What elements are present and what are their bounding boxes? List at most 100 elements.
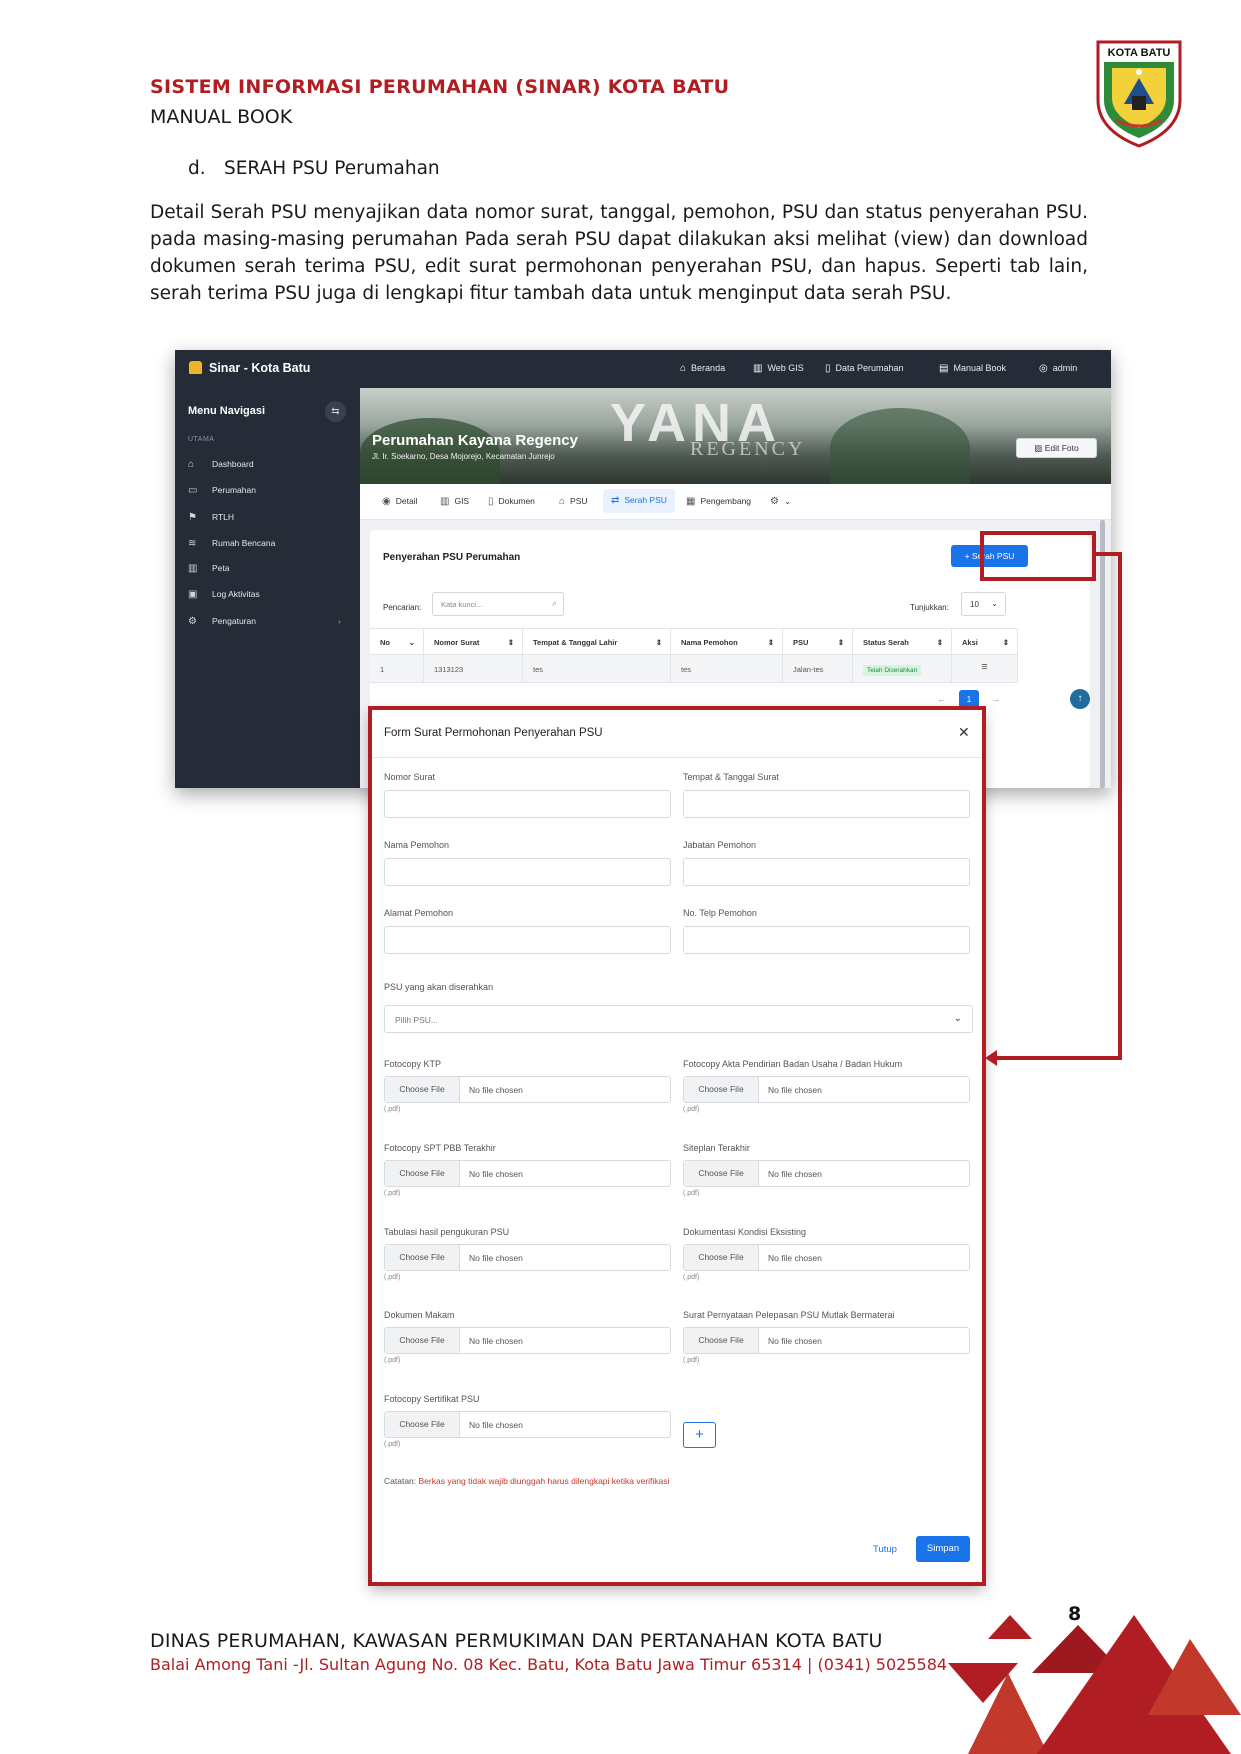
chevron-right-icon: › (338, 616, 341, 626)
column-header-label: Tempat & Tanggal Lahir (533, 638, 618, 647)
topnav-beranda[interactable]: ⌂ Beranda (680, 363, 725, 374)
sort-icon: ⇕ (1002, 638, 1009, 647)
page-scrollbar[interactable] (1100, 520, 1105, 788)
topnav-label: Beranda (691, 363, 726, 373)
highlight-box-modal (368, 706, 986, 1586)
tab-more[interactable]: ⚙ ⌄ (770, 494, 791, 518)
banner-sign-graphic: REGENCY (690, 438, 806, 460)
app-brand-label: Sinar - Kota Batu (209, 361, 311, 375)
tab-detail[interactable]: ◉ Detail (382, 494, 417, 518)
column-header-label: Nama Pemohon (681, 638, 738, 647)
housing-banner: YANA REGENCY Perumahan Kayana Regency Jl… (360, 388, 1111, 484)
sort-icon: ⇕ (936, 638, 943, 647)
sidebar-item-label: Dashboard (212, 459, 254, 469)
column-header-nama-pemohon[interactable]: Nama Pemohon ⇕ (671, 628, 783, 655)
topnav-webgis[interactable]: ▥ Web GIS (753, 363, 804, 374)
show-entries-select[interactable]: 10 ⌄ (961, 592, 1006, 616)
sort-icon: ⇕ (507, 638, 514, 647)
kota-batu-logo: KOTA BATU (1096, 40, 1182, 148)
sidebar-item-label: RTLH (212, 512, 235, 522)
column-header-no[interactable]: No ⌄ (370, 628, 424, 655)
search-input[interactable]: Kata kunci... ⌕ (432, 592, 564, 616)
search-placeholder: Kata kunci... (441, 600, 483, 609)
sidebar-item-peta[interactable]: ▥ Peta (188, 563, 230, 574)
detail-tabs: ◉ Detail ▥ GIS ▯ Dokumen ⌂ PSU ⇄ Serah PSU ▦ P… (360, 484, 1111, 520)
sidebar-item-label: Perumahan (212, 485, 256, 495)
column-header-label: Nomor Surat (434, 638, 480, 647)
table-cell-nama-pemohon: tes (671, 655, 783, 683)
home-icon: ⌂ (188, 459, 195, 470)
sidebar-item-rumah-bencana[interactable]: ≋ Rumah Bencana (188, 538, 275, 549)
sort-icon: ⇕ (655, 638, 662, 647)
topnav-label: Web GIS (767, 363, 804, 373)
sidebar-item-perumahan[interactable]: ▭ Perumahan (188, 485, 256, 496)
column-header-psu[interactable]: PSU ⇕ (783, 628, 853, 655)
sidebar-item-label: Peta (212, 563, 230, 573)
highlight-box-add-button (980, 531, 1096, 581)
sidebar-item-label: Log Aktivitas (212, 589, 260, 599)
topnav-admin[interactable]: ◎ admin (1039, 363, 1077, 374)
section-title: SERAH PSU Perumahan (224, 158, 440, 179)
topnav-label: Data Perumahan (835, 363, 904, 373)
banner-foliage (360, 418, 500, 484)
building-icon: ▦ (686, 496, 696, 507)
tab-gis[interactable]: ▥ GIS (440, 494, 469, 518)
home-icon: ⌂ (680, 363, 687, 374)
tab-psu[interactable]: ⌂ PSU (559, 494, 588, 518)
home-icon: ⌂ (559, 496, 566, 507)
banner-foliage (830, 408, 970, 484)
column-header-label: No (380, 638, 390, 647)
topnav-label: Manual Book (953, 363, 1006, 373)
document-icon: ▯ (825, 363, 831, 374)
sidebar-item-pengaturan[interactable]: ⚙ Pengaturan › (188, 616, 341, 627)
column-header-label: PSU (793, 638, 809, 647)
eye-icon: ◉ (382, 496, 391, 507)
map-icon: ▥ (188, 563, 198, 574)
table-cell-no: 1 (370, 655, 424, 683)
tab-dokumen[interactable]: ▯ Dokumen (488, 494, 535, 518)
folder-icon: ▭ (188, 485, 198, 496)
handover-icon: ⇄ (611, 495, 620, 506)
tab-label: GIS (454, 496, 470, 506)
column-header-label: Status Serah (863, 638, 909, 647)
pager-next-icon[interactable]: → (991, 694, 1000, 704)
app-brand[interactable]: Sinar - Kota Batu (189, 361, 310, 375)
show-entries-value: 10 (970, 600, 979, 609)
house-logo-icon (189, 361, 202, 374)
top-navbar: Sinar - Kota Batu ⌂ Beranda ▥ Web GIS ▯ Dat… (175, 350, 1111, 388)
edit-photo-label: Edit Foto (1044, 443, 1079, 453)
topnav-manual-book[interactable]: ▤ Manual Book (939, 363, 1006, 374)
scroll-to-top-button[interactable]: ↑ (1070, 689, 1090, 709)
sidebar-title: Menu Navigasi (188, 405, 266, 417)
topnav-data-perumahan[interactable]: ▯ Data Perumahan (825, 363, 904, 374)
document-icon: ▯ (488, 496, 494, 507)
image-icon: ▨ (1034, 443, 1045, 453)
tab-pengembang[interactable]: ▦ Pengembang (686, 494, 751, 518)
column-header-nomor-surat[interactable]: Nomor Surat ⇕ (424, 628, 523, 655)
sidebar-toggle-icon[interactable]: ⇆ (325, 401, 346, 422)
column-header-tempat-tanggal[interactable]: Tempat & Tanggal Lahir ⇕ (523, 628, 671, 655)
sidebar-item-dashboard[interactable]: ⌂ Dashboard (188, 459, 254, 470)
column-header-aksi[interactable]: Aksi ⇕ (952, 628, 1018, 655)
edit-photo-button[interactable]: ▨ Edit Foto (1016, 438, 1097, 458)
column-header-status-serah[interactable]: Status Serah ⇕ (853, 628, 952, 655)
section-paragraph: Detail Serah PSU menyajikan data nomor s… (150, 202, 1088, 304)
sidebar: Menu Navigasi ⇆ UTAMA ⌂ Dashboard ▭ Peruma… (175, 388, 360, 788)
section-heading: d. SERAH PSU Perumahan (188, 158, 440, 179)
row-actions-menu-icon[interactable]: ≡ (952, 655, 1018, 683)
show-entries-label: Tunjukkan: (910, 603, 949, 612)
document-header-subtitle: MANUAL BOOK (150, 106, 293, 128)
book-icon: ▤ (939, 363, 949, 374)
pager-prev-icon[interactable]: ← (937, 694, 946, 704)
banner-address: Jl. Ir. Soekarno, Desa Mojorejo, Kecamat… (372, 452, 555, 461)
sort-icon: ⇕ (837, 638, 844, 647)
chevron-down-icon: ⌄ (783, 496, 792, 506)
sidebar-item-rtlh[interactable]: ⚑ RTLH (188, 512, 234, 523)
sidebar-item-log-aktivitas[interactable]: ▣ Log Aktivitas (188, 589, 260, 600)
sort-icon: ⌄ (408, 638, 415, 647)
connector-line (996, 1056, 1122, 1060)
tab-serah-psu[interactable]: ⇄ Serah PSU (603, 489, 675, 513)
connector-line (1118, 552, 1122, 1060)
sidebar-group-label: UTAMA (188, 436, 215, 443)
footer-triangles-decoration (948, 1615, 1241, 1754)
